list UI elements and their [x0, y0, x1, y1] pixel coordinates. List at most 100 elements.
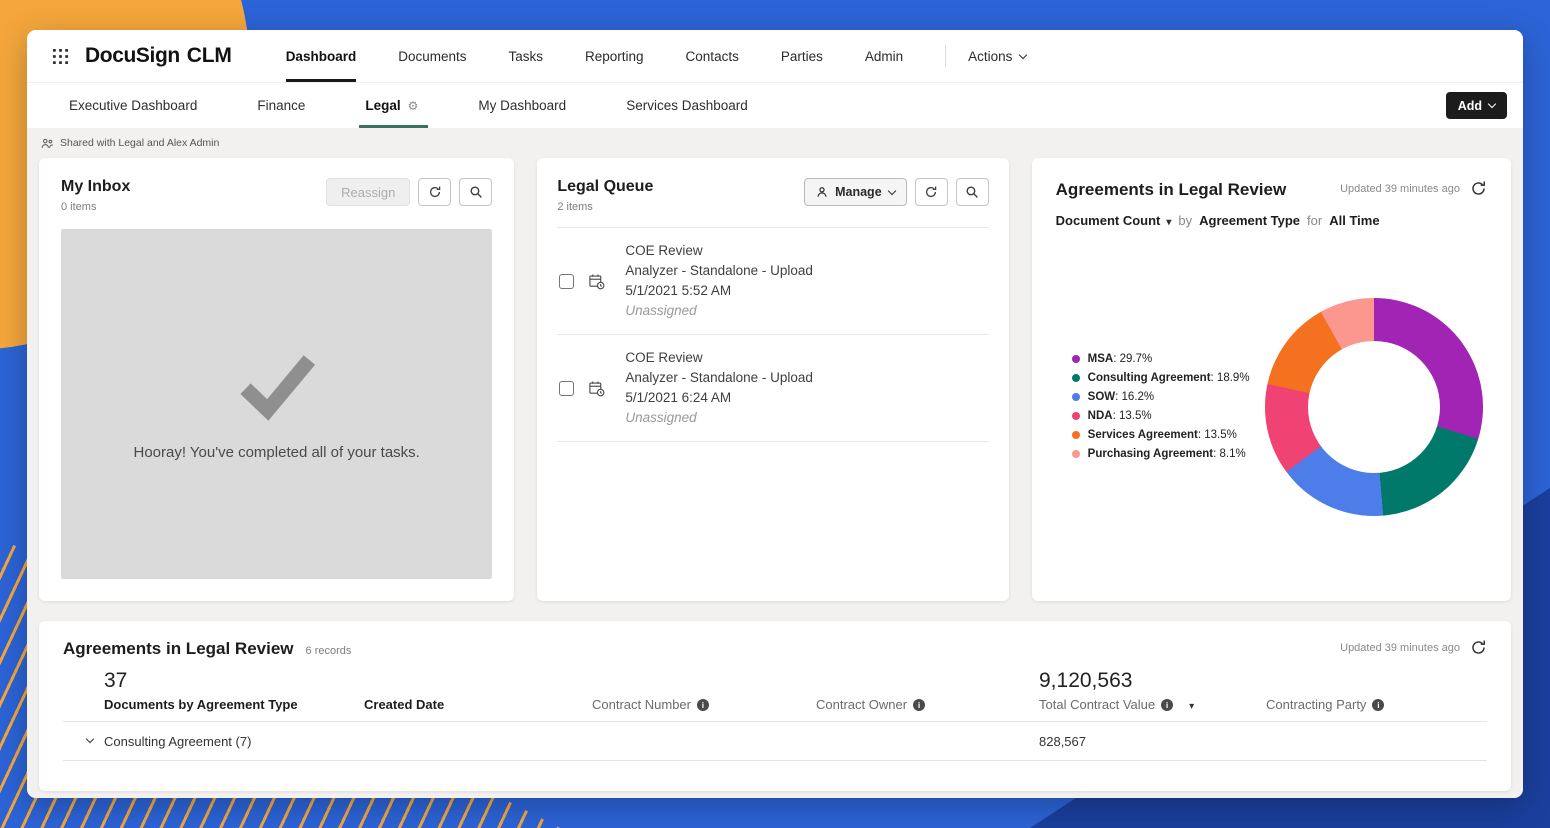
- info-icon[interactable]: [697, 699, 709, 711]
- my-inbox-header: My Inbox 0 items Reassign: [61, 178, 492, 213]
- queue-search-button[interactable]: [956, 178, 989, 206]
- add-button[interactable]: Add: [1446, 92, 1507, 119]
- table-header-row: Documents by Agreement Type Created Date…: [63, 697, 1487, 712]
- col-contracting-party[interactable]: Contracting Party: [1266, 697, 1487, 712]
- legend-label: NDA: 13.5%: [1088, 410, 1152, 422]
- caret-down-icon: [1166, 213, 1171, 228]
- legend-item: Services Agreement: 13.5%: [1072, 429, 1250, 441]
- table-row[interactable]: Consulting Agreement (7) 828,567: [63, 721, 1487, 761]
- total-documents-value: 37: [104, 669, 364, 693]
- nav-divider: [945, 45, 946, 67]
- tab-my-dashboard[interactable]: My Dashboard: [448, 83, 596, 128]
- legal-queue-list: COE Review Analyzer - Standalone - Uploa…: [557, 227, 988, 442]
- col-contract-number[interactable]: Contract Number: [592, 697, 816, 712]
- chart-card-title: Agreements in Legal Review: [1056, 180, 1287, 200]
- queue-item-text: COE Review Analyzer - Standalone - Uploa…: [625, 241, 813, 321]
- task-workflow: Analyzer - Standalone - Upload: [625, 261, 813, 281]
- chevron-down-icon: [1019, 50, 1027, 58]
- my-inbox-card: My Inbox 0 items Reassign: [39, 158, 514, 601]
- legend-item: Consulting Agreement: 18.9%: [1072, 372, 1250, 384]
- manage-button[interactable]: Manage: [804, 178, 907, 206]
- tab-legal-label: Legal: [365, 98, 400, 113]
- task-assignee: Unassigned: [625, 301, 813, 321]
- search-icon: [469, 185, 483, 199]
- dashboard-content: Shared with Legal and Alex Admin My Inbo…: [27, 128, 1523, 798]
- desktop-background: DocuSign CLM Dashboard Documents Tasks R…: [0, 0, 1550, 828]
- refresh-icon: [1470, 639, 1487, 656]
- calendar-clock-icon: [588, 273, 605, 290]
- info-icon[interactable]: [1372, 699, 1384, 711]
- donut-chart: [1265, 298, 1483, 516]
- inbox-search-button[interactable]: [459, 178, 492, 206]
- logo-product: CLM: [187, 44, 232, 68]
- search-icon: [965, 185, 979, 199]
- inbox-empty-state: Hooray! You've completed all of your tas…: [61, 229, 492, 579]
- table-refresh-button[interactable]: [1470, 639, 1487, 656]
- docusign-clm-logo: DocuSign CLM: [85, 44, 232, 68]
- legend-label: SOW: 16.2%: [1088, 391, 1154, 403]
- tab-legal[interactable]: Legal: [335, 83, 448, 128]
- nav-admin[interactable]: Admin: [865, 30, 903, 82]
- refresh-icon: [1470, 180, 1487, 197]
- col-total-contract-value[interactable]: Total Contract Value: [1039, 697, 1266, 712]
- top-nav: DocuSign CLM Dashboard Documents Tasks R…: [27, 30, 1523, 82]
- legal-review-table-card: Agreements in Legal Review 6 records Upd…: [39, 621, 1511, 791]
- inbox-empty-message: Hooray! You've completed all of your tas…: [133, 444, 419, 461]
- reassign-button[interactable]: Reassign: [326, 178, 410, 206]
- chart-updated-text: Updated 39 minutes ago: [1340, 183, 1460, 195]
- total-contract-value-sum: 9,120,563: [1039, 669, 1266, 693]
- actions-menu-button[interactable]: Actions: [968, 49, 1026, 64]
- add-button-label: Add: [1458, 99, 1482, 113]
- nav-tasks[interactable]: Tasks: [508, 30, 543, 82]
- cards-row: My Inbox 0 items Reassign: [39, 158, 1511, 601]
- legend-label: Purchasing Agreement: 8.1%: [1088, 448, 1246, 460]
- app-launcher-button[interactable]: [47, 43, 73, 69]
- queue-item[interactable]: COE Review Analyzer - Standalone - Uploa…: [557, 334, 988, 441]
- nav-reporting[interactable]: Reporting: [585, 30, 644, 82]
- table-updated-text: Updated 39 minutes ago: [1340, 642, 1460, 654]
- tab-executive-dashboard[interactable]: Executive Dashboard: [39, 83, 227, 128]
- legend-item: MSA: 29.7%: [1072, 353, 1250, 365]
- legend-swatch: [1072, 431, 1080, 439]
- total-contract-value-cell: 828,567: [1039, 734, 1266, 749]
- queue-refresh-button[interactable]: [915, 178, 948, 206]
- sort-caret-icon[interactable]: [1189, 697, 1194, 712]
- primary-nav: Dashboard Documents Tasks Reporting Cont…: [286, 30, 903, 82]
- tab-finance[interactable]: Finance: [227, 83, 335, 128]
- my-inbox-count: 0 items: [61, 201, 130, 213]
- expand-row-chevron[interactable]: [86, 735, 94, 743]
- item-checkbox[interactable]: [559, 274, 574, 289]
- manage-label: Manage: [835, 185, 882, 199]
- chart-card-header: Agreements in Legal Review Updated 39 mi…: [1056, 180, 1487, 200]
- waffle-grid-icon: [52, 48, 69, 65]
- agreement-type-cell: Consulting Agreement (7): [104, 734, 364, 749]
- legend-label: Consulting Agreement: 18.9%: [1088, 372, 1250, 384]
- inbox-refresh-button[interactable]: [418, 178, 451, 206]
- task-title: COE Review: [625, 241, 813, 261]
- legal-queue-count: 2 items: [557, 201, 653, 213]
- metric-dropdown[interactable]: Document Count: [1056, 213, 1172, 228]
- info-icon[interactable]: [913, 699, 925, 711]
- chart-legend: MSA: 29.7% Consulting Agreement: 18.9% SOW…: [1072, 346, 1250, 467]
- shared-info-bar: Shared with Legal and Alex Admin: [39, 128, 1511, 158]
- nav-dashboard[interactable]: Dashboard: [286, 30, 357, 82]
- group-by-value: Agreement Type: [1199, 213, 1300, 228]
- for-label: for: [1307, 213, 1322, 228]
- item-checkbox[interactable]: [559, 381, 574, 396]
- queue-item[interactable]: COE Review Analyzer - Standalone - Uploa…: [557, 227, 988, 334]
- col-contract-owner[interactable]: Contract Owner: [816, 697, 1039, 712]
- nav-contacts[interactable]: Contacts: [686, 30, 739, 82]
- nav-parties[interactable]: Parties: [781, 30, 823, 82]
- legend-label: MSA: 29.7%: [1088, 353, 1153, 365]
- info-icon[interactable]: [1161, 699, 1173, 711]
- records-count: 6 records: [306, 645, 352, 657]
- app-window: DocuSign CLM Dashboard Documents Tasks R…: [27, 30, 1523, 798]
- chart-refresh-button[interactable]: [1470, 180, 1487, 197]
- nav-documents[interactable]: Documents: [398, 30, 466, 82]
- col-documents-by-agreement-type[interactable]: Documents by Agreement Type: [104, 697, 364, 712]
- tab-services-dashboard[interactable]: Services Dashboard: [596, 83, 778, 128]
- checkmark-icon: [229, 348, 325, 422]
- col-created-date[interactable]: Created Date: [364, 697, 592, 712]
- legend-swatch: [1072, 355, 1080, 363]
- gear-icon[interactable]: [401, 98, 419, 113]
